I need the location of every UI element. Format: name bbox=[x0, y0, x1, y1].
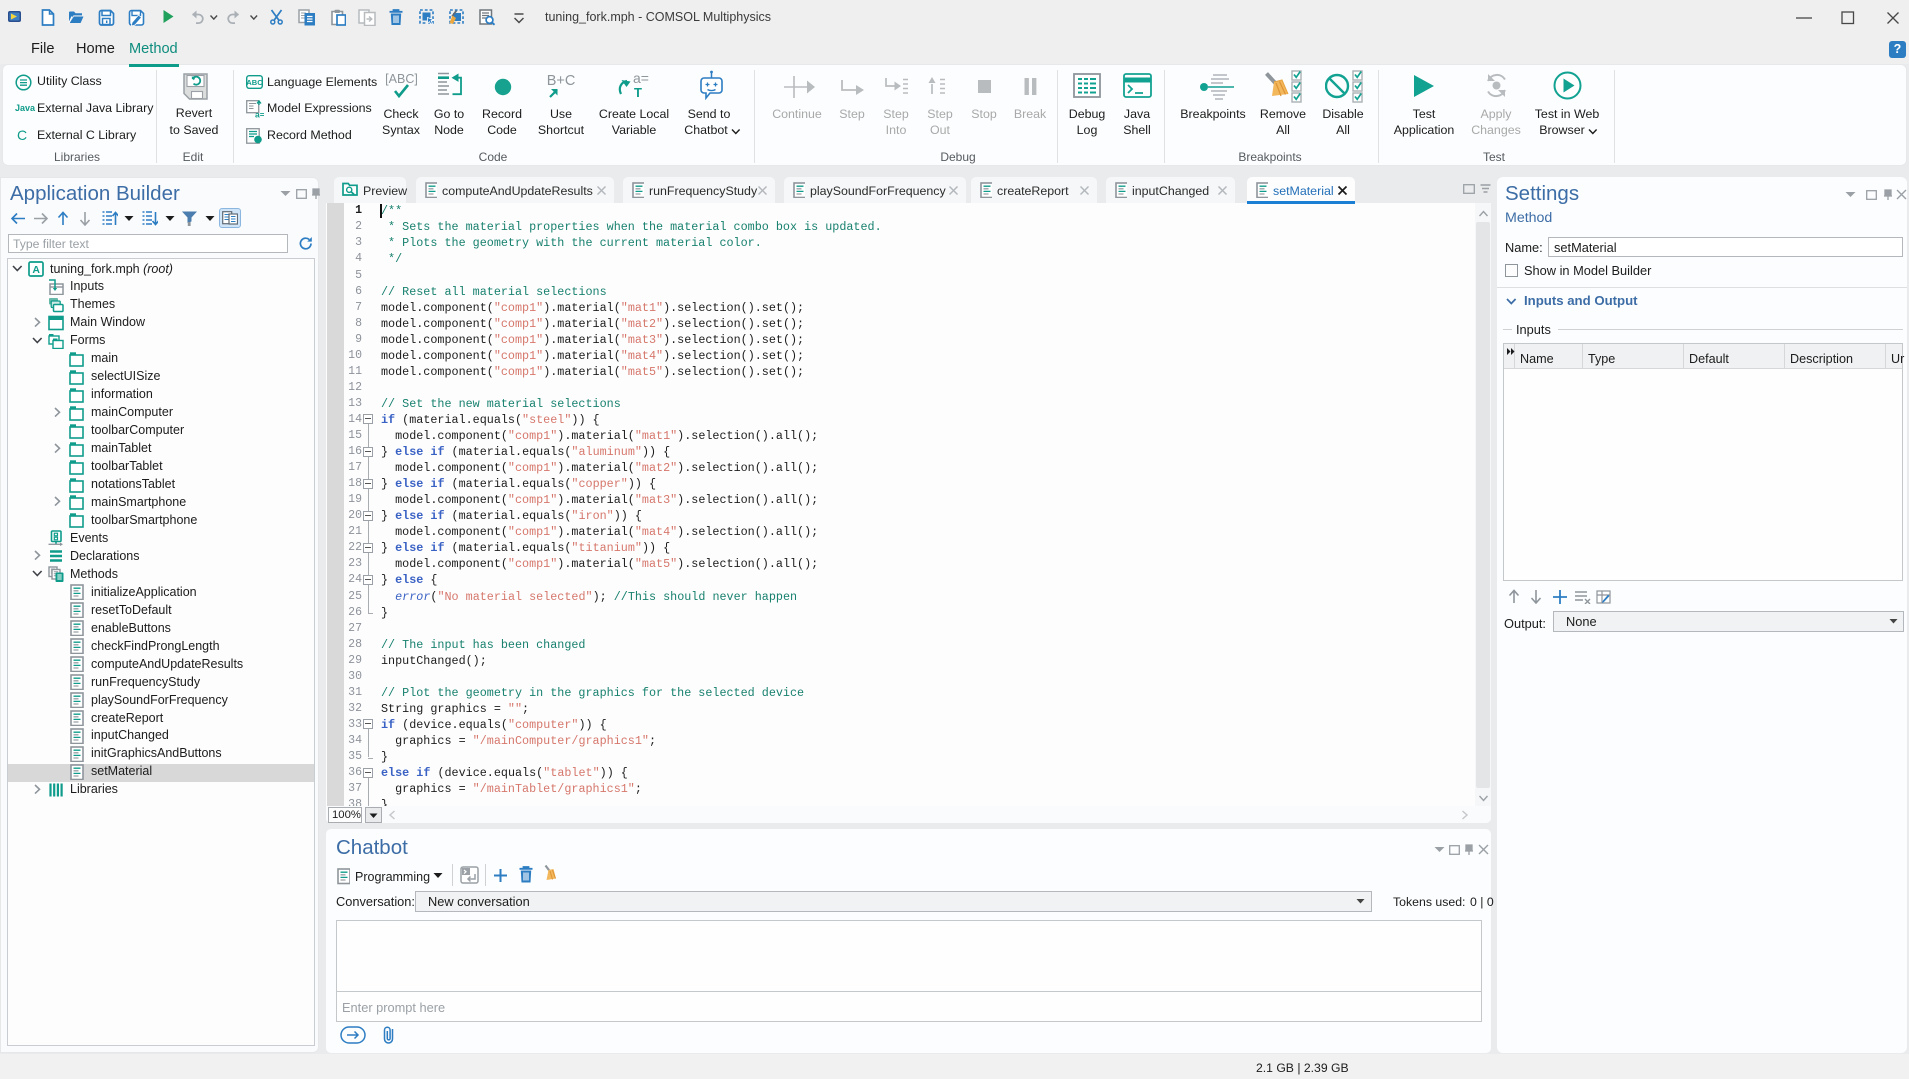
svg-text:ABC: ABC bbox=[246, 78, 263, 87]
svg-text:[ABC]: [ABC] bbox=[385, 72, 418, 86]
svg-text:T: T bbox=[634, 85, 642, 99]
svg-text:a=: a= bbox=[633, 70, 649, 86]
svg-text:B+C: B+C bbox=[547, 73, 576, 89]
svg-text:A: A bbox=[32, 264, 40, 276]
svg-text:a=: a= bbox=[255, 110, 264, 119]
